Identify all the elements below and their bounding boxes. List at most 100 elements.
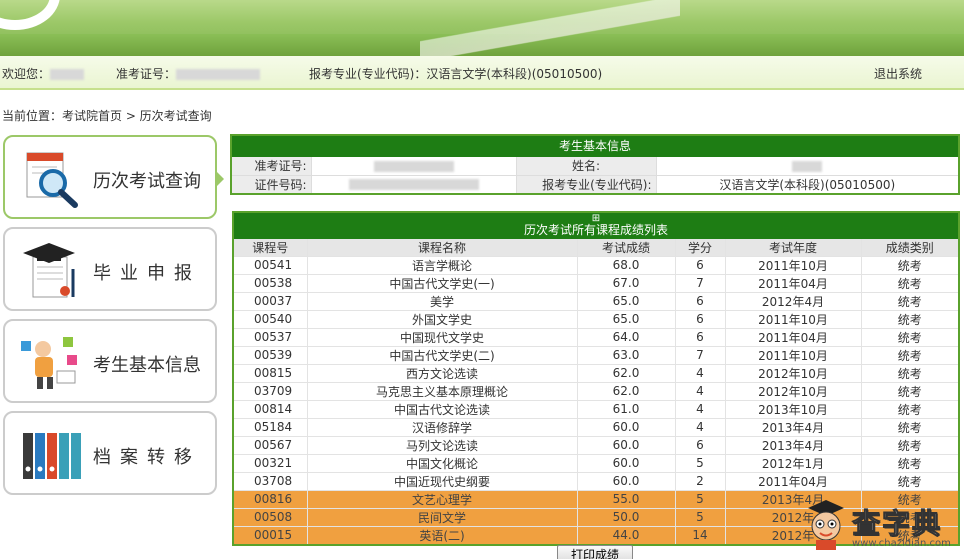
- table-cell: 马克思主义基本原理概论: [306, 381, 578, 401]
- table-cell: 5: [674, 507, 726, 527]
- col-header: 成绩类别: [860, 237, 960, 257]
- table-cell: 62.0: [576, 363, 676, 383]
- table-cell: 4: [674, 381, 726, 401]
- table-cell: 中国近现代史纲要: [306, 471, 578, 491]
- logout-link[interactable]: 退出系统: [874, 65, 922, 82]
- watermark: 查字典 www.chazidian.com: [800, 494, 964, 559]
- table-cell: 统考: [860, 309, 960, 329]
- col-header: 考试成绩: [576, 237, 676, 257]
- table-cell: 中国古代文学史(一): [306, 273, 578, 293]
- table-cell: 67.0: [576, 273, 676, 293]
- table-cell: 6: [674, 435, 726, 455]
- table-cell: 2011年10月: [724, 255, 862, 275]
- table-cell: 6: [674, 255, 726, 275]
- table-cell: 2011年10月: [724, 345, 862, 365]
- masked-ticket: [373, 160, 454, 172]
- table-cell: 2011年04月: [724, 471, 862, 491]
- name-value: [655, 155, 960, 176]
- table-cell: 统考: [860, 417, 960, 437]
- table-cell: 68.0: [576, 255, 676, 275]
- table-cell: 60.0: [576, 471, 676, 491]
- table-row: 00567 马列文论选读 60.0 6 2013年4月 统考: [232, 435, 960, 455]
- mascot-icon: [806, 498, 846, 550]
- ticket-value: [310, 155, 517, 176]
- table-cell: 14: [674, 525, 726, 545]
- major-text: 报考专业(专业代码)：汉语言文学(本科段)(05010500): [309, 67, 603, 81]
- menu-label: 历次考试查询: [93, 171, 201, 192]
- table-cell: 统考: [860, 471, 960, 491]
- watermark-word: 查字典: [851, 507, 943, 541]
- table-cell: 65.0: [576, 309, 676, 329]
- table-cell: 00541: [232, 255, 308, 275]
- watermark-url: www.chazidian.com: [852, 538, 951, 549]
- table-cell: 7: [674, 345, 726, 365]
- table-cell: 00567: [232, 435, 308, 455]
- table-row: 03708 中国近现代史纲要 60.0 2 2011年04月 统考: [232, 471, 960, 491]
- scores-title: 历次考试所有课程成绩列表: [523, 222, 668, 237]
- menu-label: 毕业申报: [93, 263, 201, 284]
- table-row: 00541 语言学概论 68.0 6 2011年10月 统考: [232, 255, 960, 275]
- table-cell: 50.0: [576, 507, 676, 527]
- table-cell: 民间文学: [306, 507, 578, 527]
- table-cell: 统考: [860, 453, 960, 473]
- scores-title-cell: ⊞ 历次考试所有课程成绩列表: [232, 211, 960, 239]
- table-cell: 64.0: [576, 327, 676, 347]
- menu-history-query[interactable]: 历次考试查询: [3, 135, 224, 219]
- major-value: 汉语言文学(本科段)(05010500): [655, 174, 960, 195]
- user-bar: 欢迎您： 准考证号： 报考专业(专业代码)：汉语言文学(本科段)(0501050…: [0, 56, 964, 90]
- student-info-table: 考生基本信息 准考证号: 姓名: 证件号码: 报考专业(专业代码): 汉语言文学…: [230, 134, 960, 195]
- menu-label: 档案转移: [93, 447, 201, 468]
- table-row: 00537 中国现代文学史 64.0 6 2011年04月 统考: [232, 327, 960, 347]
- table-cell: 汉语修辞学: [306, 417, 578, 437]
- table-cell: 外国文学史: [306, 309, 578, 329]
- ticket-text: 准考证号：: [116, 65, 261, 82]
- table-cell: 统考: [860, 381, 960, 401]
- table-cell: 文艺心理学: [306, 489, 578, 509]
- table-cell: 语言学概论: [306, 255, 578, 275]
- table-cell: 6: [674, 327, 726, 347]
- table-cell: 2011年04月: [724, 273, 862, 293]
- print-scores-button[interactable]: 打印成绩: [557, 545, 633, 559]
- banner-road: [420, 0, 680, 56]
- table-row: 00538 中国古代文学史(一) 67.0 7 2011年04月 统考: [232, 273, 960, 293]
- table-cell: 6: [674, 309, 726, 329]
- name-label: 姓名:: [515, 155, 657, 176]
- table-row: 00815 西方文论选读 62.0 4 2012年10月 统考: [232, 363, 960, 383]
- table-cell: 4: [674, 363, 726, 383]
- major-label: 报考专业(专业代码):: [515, 174, 657, 195]
- table-cell: 4: [674, 417, 726, 437]
- masked-name: [50, 69, 85, 80]
- table-cell: 6: [674, 291, 726, 311]
- table-cell: 00816: [232, 489, 308, 509]
- id-label: 证件号码:: [230, 174, 312, 195]
- menu-graduation-apply[interactable]: 毕业申报: [3, 227, 217, 311]
- table-cell: 统考: [860, 363, 960, 383]
- welcome-text: 欢迎您：: [2, 65, 85, 82]
- table-cell: 2012年10月: [724, 381, 862, 401]
- menu-student-info[interactable]: 考生基本信息: [3, 319, 217, 403]
- menu-archive-transfer[interactable]: 档案转移: [3, 411, 217, 495]
- table-cell: 统考: [860, 255, 960, 275]
- col-header: 课程名称: [306, 237, 578, 257]
- table-cell: 03708: [232, 471, 308, 491]
- table-cell: 00508: [232, 507, 308, 527]
- table-cell: 5: [674, 453, 726, 473]
- table-row: 00540 外国文学史 65.0 6 2011年10月 统考: [232, 309, 960, 329]
- table-cell: 西方文论选读: [306, 363, 578, 383]
- table-cell: 统考: [860, 273, 960, 293]
- table-cell: 60.0: [576, 417, 676, 437]
- col-header: 学分: [674, 237, 726, 257]
- table-row: 00539 中国古代文学史(二) 63.0 7 2011年10月 统考: [232, 345, 960, 365]
- table-cell: 统考: [860, 327, 960, 347]
- table-cell: 44.0: [576, 525, 676, 545]
- masked-ticket: [176, 69, 261, 80]
- table-cell: 中国文化概论: [306, 453, 578, 473]
- table-cell: 60.0: [576, 453, 676, 473]
- table-cell: 2013年10月: [724, 399, 862, 419]
- table-cell: 63.0: [576, 345, 676, 365]
- table-row: 00037 美学 65.0 6 2012年4月 统考: [232, 291, 960, 311]
- table-cell: 00321: [232, 453, 308, 473]
- table-cell: 2: [674, 471, 726, 491]
- magnifier-document-icon: [19, 147, 83, 209]
- table-cell: 2012年10月: [724, 363, 862, 383]
